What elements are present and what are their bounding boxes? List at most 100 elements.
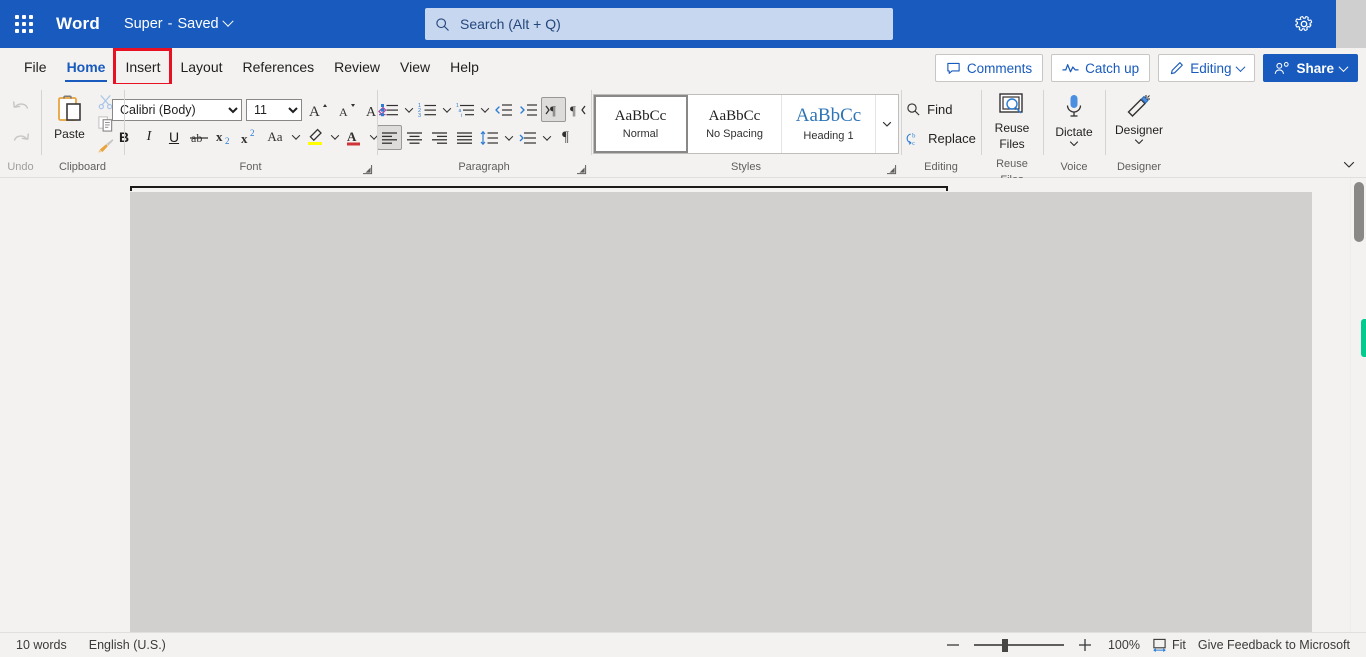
word-count[interactable]: 10 words [16,638,67,652]
bullets-chevron-down-icon[interactable] [402,98,415,122]
font-size-select[interactable]: 11 [246,99,302,121]
right-to-left-button[interactable]: ¶ [566,97,591,122]
numbering-chevron-down-icon[interactable] [440,98,453,122]
zoom-slider-knob[interactable] [1001,639,1008,652]
line-spacing-button[interactable] [477,125,502,150]
subscript-button[interactable]: x 2 [212,125,236,149]
find-button[interactable]: Find [902,96,980,123]
tab-references[interactable]: References [233,50,325,84]
tab-home[interactable]: Home [57,50,116,84]
paragraph-spacing-button[interactable] [515,125,540,150]
increase-indent-button[interactable] [516,97,541,122]
tab-help[interactable]: Help [440,50,489,84]
left-to-right-button[interactable]: ¶ [541,97,566,122]
tab-insert[interactable]: Insert [113,48,173,86]
bullet-list-button[interactable] [377,97,402,122]
ribbon-group-paragraph: 1 2 3 1 a i ¶ ¶ ¶ Paragraph [377,84,591,177]
catch-up-icon [1062,61,1079,75]
comments-button[interactable]: Comments [934,54,1044,82]
text-highlight-button[interactable] [303,125,327,149]
svg-text:¶: ¶ [550,103,556,118]
highlight-chevron-down-icon[interactable] [328,125,341,149]
justify-icon [455,130,474,146]
share-button[interactable]: Share [1263,54,1358,82]
bold-label: B [118,129,130,145]
vertical-scrollbar[interactable] [1350,178,1366,632]
tab-view[interactable]: View [390,50,440,84]
styles-dialog-launcher[interactable] [886,164,897,175]
change-case-chevron-down-icon[interactable] [289,125,302,149]
change-case-button[interactable]: Aa [262,125,288,149]
replace-button[interactable]: b c Replace [902,125,980,152]
left-to-right-icon: ¶ [544,102,563,118]
justify-button[interactable] [452,125,477,150]
dictate-chevron-down-icon[interactable] [1069,140,1079,148]
numbered-list-button[interactable]: 1 2 3 [415,97,440,122]
style-heading-1[interactable]: AaBbCc Heading 1 [782,94,876,153]
line-spacing-chevron-down-icon[interactable] [502,126,515,150]
language-indicator[interactable]: English (U.S.) [89,638,166,652]
ribbon: Undo Paste Clipboard Calibri (Body) 11 A… [0,84,1366,186]
text-highlight-icon [305,127,325,147]
zoom-slider[interactable] [973,637,1064,653]
zoom-out-button[interactable] [944,636,962,654]
underline-button[interactable]: U [162,125,186,149]
show-formatting-marks-button[interactable]: ¶ [553,125,578,150]
change-marker[interactable] [1361,319,1366,357]
dictate-label: Dictate [1055,124,1093,139]
svg-text:2: 2 [225,136,230,146]
ribbon-tabs: File Home Insert Layout References Revie… [0,48,489,86]
pencil-icon [1169,61,1184,76]
style-no-spacing[interactable]: AaBbCc No Spacing [688,94,782,153]
app-launcher-icon[interactable] [4,4,44,44]
align-right-button[interactable] [427,125,452,150]
reuse-files-button[interactable]: Reuse Files [984,88,1040,156]
font-color-button[interactable]: A [342,125,366,149]
align-left-button[interactable] [377,125,402,150]
document-canvas[interactable] [0,178,1366,632]
ribbon-group-label-styles: Styles [731,161,761,173]
zoom-level[interactable]: 100% [1106,638,1140,652]
document-page[interactable] [130,192,1312,632]
undo-button[interactable] [5,93,37,123]
document-name-menu[interactable]: Super - Saved [124,15,234,32]
font-dialog-launcher[interactable] [362,164,373,175]
fit-page-icon [1152,638,1167,652]
tab-layout[interactable]: Layout [170,50,232,84]
share-label: Share [1296,60,1334,76]
bold-button[interactable]: B [112,125,136,149]
decrease-indent-button[interactable] [491,97,516,122]
superscript-button[interactable]: x 2 [237,125,261,149]
multilevel-list-button[interactable]: 1 a i [453,97,478,122]
tab-file[interactable]: File [14,50,57,84]
numbered-list-icon: 1 2 3 [418,102,437,118]
designer-button[interactable]: Designer [1111,90,1167,158]
strikethrough-button[interactable]: ab [187,125,211,149]
tab-review[interactable]: Review [324,50,390,84]
redo-button[interactable] [5,125,37,155]
zoom-in-button[interactable] [1076,636,1094,654]
editing-mode-button[interactable]: Editing [1158,54,1256,82]
designer-chevron-down-icon[interactable] [1134,138,1144,146]
scrollbar-thumb[interactable] [1354,182,1364,242]
paragraph-dialog-launcher[interactable] [576,164,587,175]
catch-up-button[interactable]: Catch up [1051,54,1151,82]
grow-font-icon[interactable]: A [306,98,331,122]
font-name-select[interactable]: Calibri (Body) [112,99,242,121]
search-box[interactable] [425,8,893,40]
multilevel-chevron-down-icon[interactable] [478,98,491,122]
search-input[interactable] [460,16,883,32]
styles-more-chevron-down-icon[interactable] [876,95,898,153]
ribbon-group-label-designer: Designer [1116,161,1162,173]
shrink-font-icon[interactable]: A [335,98,360,122]
fit-page-button[interactable]: Fit [1152,638,1186,652]
align-center-button[interactable] [402,125,427,150]
gear-icon[interactable] [1288,8,1320,40]
style-normal[interactable]: AaBbCc Normal [594,94,688,153]
dictate-button[interactable]: Dictate [1046,90,1102,158]
italic-button[interactable]: I [137,125,161,149]
paste-button[interactable]: Paste [47,91,93,157]
paragraph-spacing-chevron-down-icon[interactable] [540,126,553,150]
feedback-link[interactable]: Give Feedback to Microsoft [1198,638,1350,652]
ribbon-collapse-chevron-down-icon[interactable] [1338,155,1360,175]
